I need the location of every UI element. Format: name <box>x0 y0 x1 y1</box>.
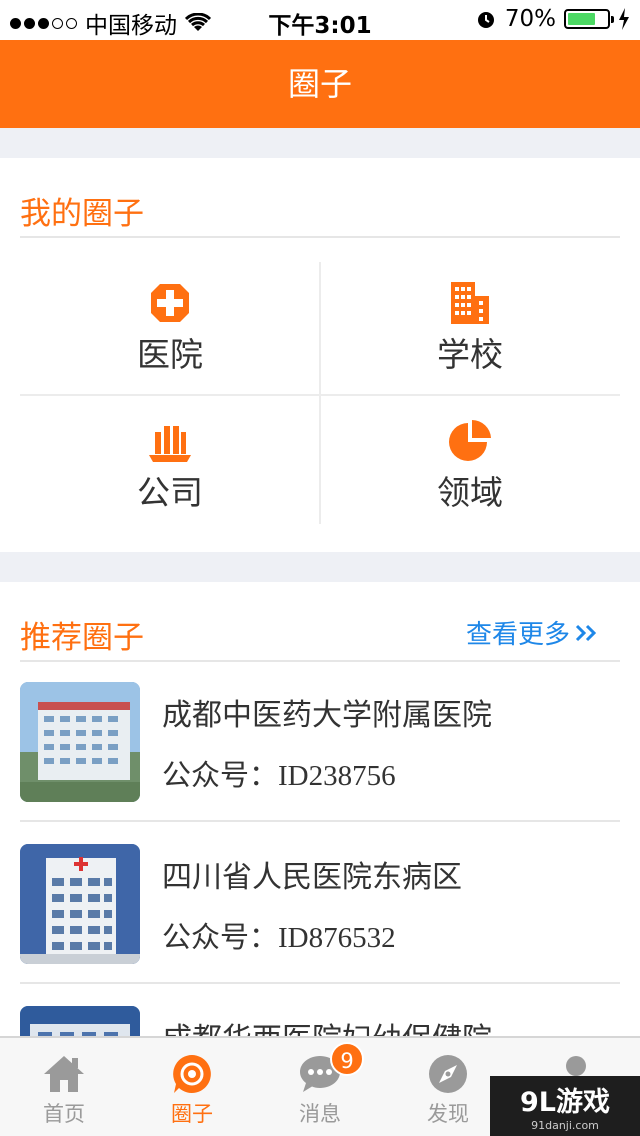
list-item[interactable]: 成都中医药大学附属医院 公众号：ID238756 <box>20 662 620 822</box>
circle-category-company[interactable]: 公司 <box>20 400 320 530</box>
alarm-icon <box>477 12 494 28</box>
circle-name: 四川省人民医院东病区 <box>162 860 462 895</box>
site-watermark: 9L游戏 91danji.com <box>490 1076 640 1136</box>
view-more-link[interactable]: 查看更多 <box>466 614 600 651</box>
circle-category-field[interactable]: 领域 <box>320 400 620 530</box>
circle-category-school[interactable]: 学校 <box>320 262 620 392</box>
company-icon <box>149 426 191 462</box>
hospital-thumbnail <box>20 844 140 964</box>
hospital-icon <box>151 284 189 322</box>
my-circles-title: 我的圈子 <box>20 196 144 232</box>
my-circles-section: 我的圈子 医院 学校 公司 领域 <box>0 158 640 552</box>
charging-icon <box>619 8 629 30</box>
category-label: 医院 <box>137 335 203 374</box>
tab-home[interactable]: 首页 <box>0 1038 128 1136</box>
category-label: 领域 <box>437 473 503 512</box>
watermark-url: 91danji.com <box>531 1119 599 1132</box>
list-item[interactable]: 四川省人民医院东病区 公众号：ID876532 <box>20 824 620 984</box>
tab-label: 首页 <box>43 1102 85 1126</box>
nav-bar: 圈子 <box>0 40 640 128</box>
recommended-title: 推荐圈子 <box>20 620 144 656</box>
battery-percent: 70% <box>504 6 556 32</box>
circle-id: 公众号：ID238756 <box>162 760 396 792</box>
circle-icon <box>173 1055 211 1093</box>
compass-icon <box>429 1055 467 1093</box>
tab-label: 消息 <box>299 1102 341 1126</box>
circle-category-hospital[interactable]: 医院 <box>20 262 320 392</box>
hospital-thumbnail <box>20 682 140 802</box>
tab-circles[interactable]: 圈子 <box>128 1038 256 1136</box>
category-label: 公司 <box>137 473 203 512</box>
row-divider <box>20 820 620 822</box>
view-more-label: 查看更多 <box>465 620 570 650</box>
tab-label: 圈子 <box>171 1102 213 1126</box>
page-title: 圈子 <box>287 65 352 103</box>
category-label: 学校 <box>437 335 503 374</box>
tab-messages[interactable]: 9 消息 <box>256 1038 384 1136</box>
battery-icon <box>564 9 614 29</box>
section-divider <box>20 236 620 238</box>
watermark-logo: 9L游戏 <box>520 1087 610 1118</box>
home-icon <box>44 1056 84 1092</box>
circle-name: 成都中医药大学附属医院 <box>162 698 492 733</box>
recommended-circles-section: 推荐圈子 查看更多 成都中医药大学附属医院 公众号：ID238756 四川省人民… <box>0 582 640 1126</box>
double-chevron-right-icon <box>575 624 597 641</box>
unread-badge: 9 <box>330 1042 364 1076</box>
pie-chart-icon <box>449 419 491 461</box>
row-divider <box>20 982 620 984</box>
status-bar: 中国移动 下午3:01 70% <box>0 0 640 40</box>
building-icon <box>451 282 489 324</box>
circle-id: 公众号：ID876532 <box>162 922 396 954</box>
